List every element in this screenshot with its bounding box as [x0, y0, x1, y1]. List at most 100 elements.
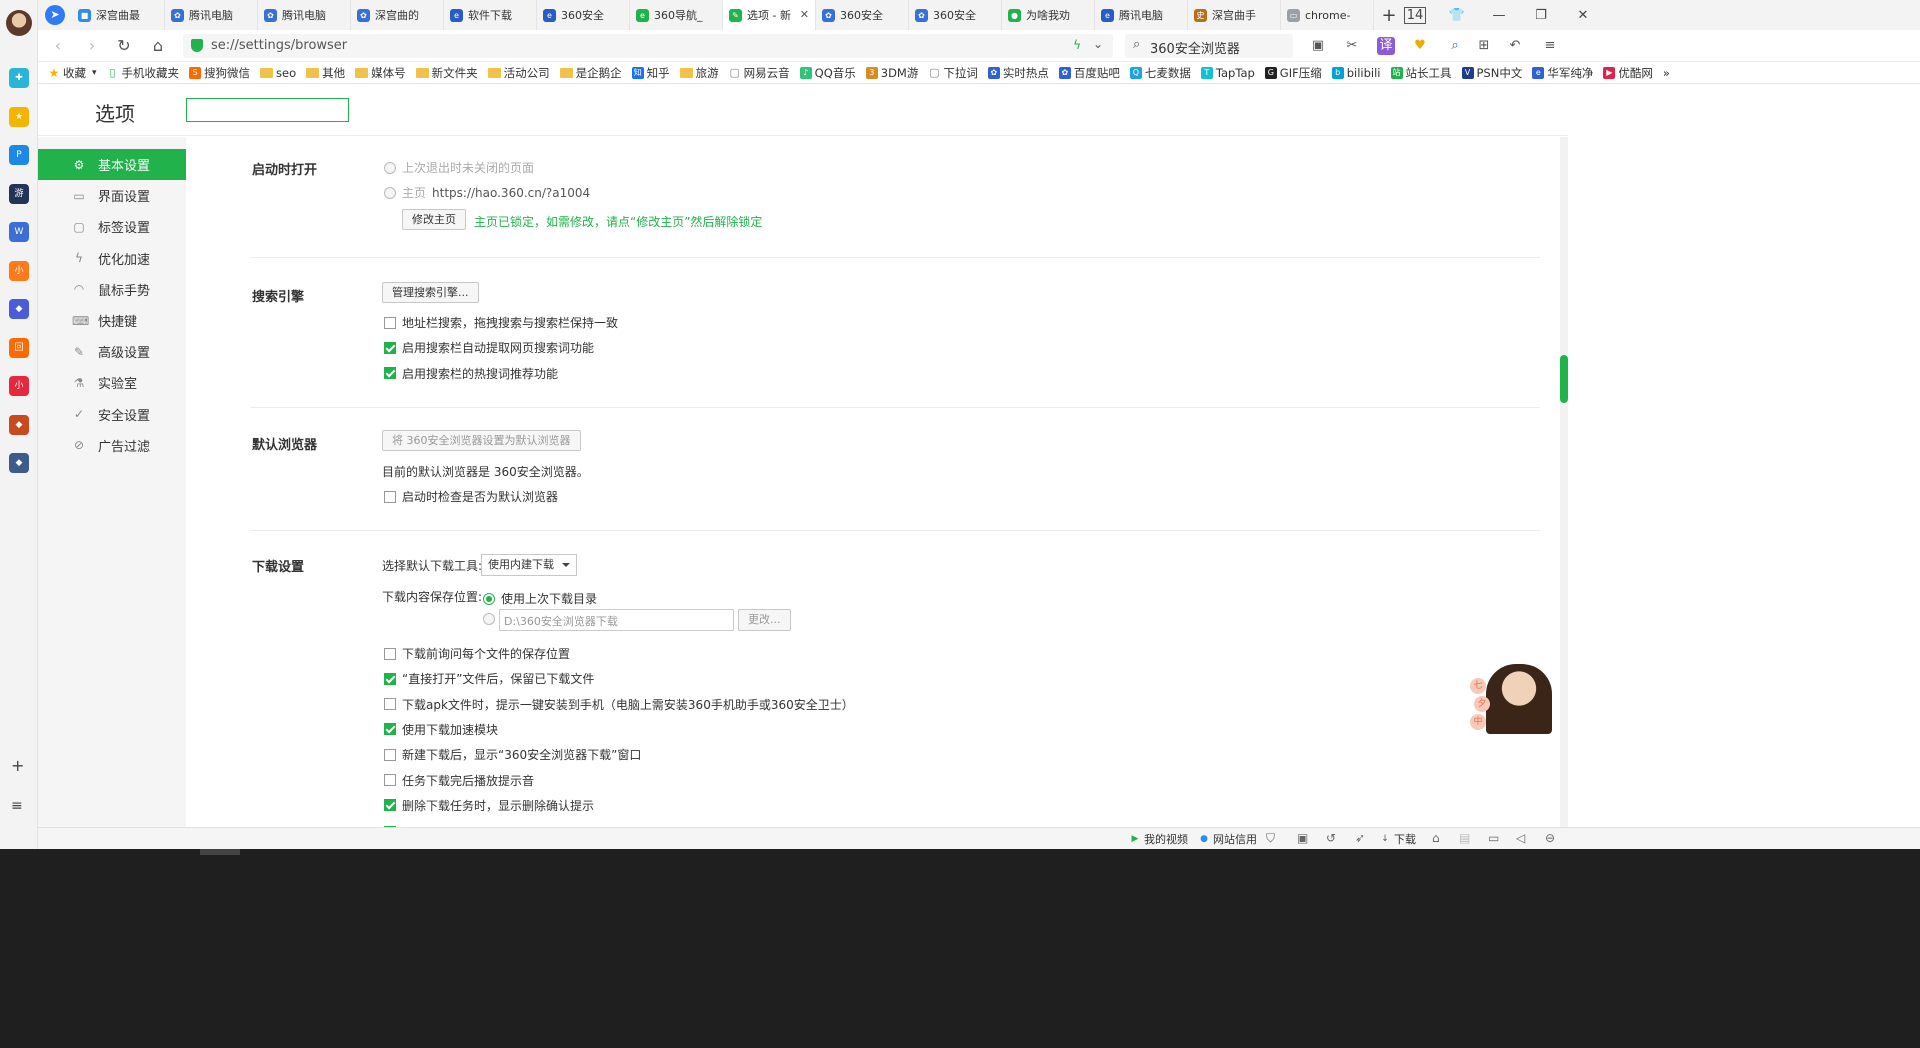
cleanup-icon[interactable]: ⌂ — [1432, 831, 1440, 845]
bookmark-item[interactable]: ▶ 优酷网 — [1603, 65, 1653, 81]
browser-tab[interactable]: ✿ 腾讯电脑 — [165, 0, 258, 30]
sidebar-item[interactable]: ⊘ 广告过滤 — [38, 430, 186, 461]
address-bar[interactable]: se://settings/browser ϟ ⌄ — [183, 34, 1113, 58]
bookmark-item[interactable]: ▢ 网易云音 — [729, 65, 789, 81]
option-row[interactable]: 删除下载任务时，显示删除确认提示 — [384, 797, 594, 814]
download-path-input[interactable]: D:\360安全浏览器下载 — [499, 609, 734, 631]
screenshot-image-icon[interactable]: ▣ — [1309, 37, 1327, 55]
chevron-down-icon[interactable]: ▾ — [92, 68, 97, 78]
checkbox[interactable] — [384, 748, 396, 761]
checkbox[interactable] — [384, 672, 396, 685]
checkbox[interactable] — [384, 367, 396, 380]
sidebar-item[interactable]: ⚙ 基本设置 — [38, 149, 186, 180]
scroll-thumb[interactable] — [1560, 355, 1568, 403]
url-text[interactable]: se://settings/browser — [211, 38, 347, 53]
option-row[interactable]: “直接打开”文件后，保留已下载文件 — [384, 670, 594, 687]
app-doc-icon[interactable]: W — [9, 222, 29, 242]
app-novel-icon[interactable]: 小 — [9, 260, 29, 281]
bookmark-item[interactable]: e 华军纯净 — [1532, 65, 1593, 81]
taskbar-item[interactable] — [200, 849, 240, 855]
bookmark-item[interactable]: b bilibili — [1331, 66, 1381, 80]
option-row[interactable]: 下载apk文件时，提示一键安装到手机（电脑上需安装360手机助手或360安全卫士… — [384, 696, 854, 713]
more-bookmarks-icon[interactable]: » — [1663, 66, 1670, 80]
bookmark-item[interactable]: 知知乎 — [631, 65, 670, 81]
app-game-icon[interactable]: 游 — [9, 183, 29, 204]
site-credit-link[interactable]: ● 网站信用 — [1198, 831, 1257, 847]
browser-tab[interactable]: e 360安全 — [537, 0, 630, 30]
navigation-icon[interactable]: ➤ — [38, 0, 72, 30]
my-video-link[interactable]: ▶ 我的视频 — [1129, 831, 1188, 847]
add-app-icon[interactable]: + — [11, 756, 24, 775]
search-tool-icon[interactable]: ⌕ — [1446, 37, 1464, 55]
undo-icon[interactable]: ↶ — [1506, 37, 1524, 55]
option-row[interactable]: 启用搜索栏自动提取网页搜索词功能 — [384, 339, 594, 356]
location-last-dir[interactable]: 使用上次下载目录 — [483, 590, 597, 607]
speed-mode-icon[interactable]: ϟ — [1073, 38, 1081, 52]
sidebar-item[interactable]: ⚗ 实验室 — [38, 367, 186, 398]
bookmark-item[interactable]: ♪ QQ音乐 — [799, 65, 856, 81]
browser-tab[interactable]: ■ 深宫曲最 — [72, 0, 165, 30]
download-status-link[interactable]: ↓ 下载 — [1379, 831, 1416, 847]
sidebar-item[interactable]: ◠ 鼠标手势 — [38, 274, 186, 305]
bookmark-item[interactable]: ▢ 下拉词 — [928, 65, 978, 81]
bookmark-item[interactable]: T TapTap — [1200, 66, 1255, 80]
checkbox[interactable] — [384, 774, 396, 786]
app-red-icon[interactable]: 小 — [9, 376, 29, 396]
forward-button[interactable]: › — [82, 36, 102, 56]
app-p-icon[interactable]: P — [9, 145, 29, 165]
bookmark-item[interactable]: 媒体号 — [355, 65, 406, 81]
reload-button[interactable]: ↻ — [114, 36, 134, 56]
browser-tab[interactable]: 史深宫曲手 — [1188, 0, 1281, 30]
bookmark-item[interactable]: 站站长工具 — [1390, 65, 1452, 81]
shield-status-icon[interactable]: ⛉ — [1266, 831, 1275, 846]
search-input[interactable]: 360安全浏览器 — [1150, 38, 1240, 57]
sidebar-item[interactable]: ▭ 界面设置 — [38, 180, 186, 211]
browser-tab[interactable]: ✿ 腾讯电脑 — [258, 0, 351, 30]
browser-tab[interactable]: ● 为啥我劝 — [1002, 0, 1095, 30]
radio-last-dir[interactable] — [483, 592, 495, 605]
image-icon[interactable]: ▣ — [1297, 831, 1308, 845]
bookmark-item[interactable]: 是企鹅企 — [559, 65, 622, 81]
skin-icon[interactable]: 👕 — [1436, 8, 1478, 23]
browser-tab[interactable]: ✿ 深宫曲的 — [351, 0, 444, 30]
minimize-button[interactable]: — — [1478, 8, 1520, 23]
change-home-button[interactable]: 修改主页 — [402, 209, 466, 230]
browser-tab[interactable]: ▭ chrome- — [1281, 0, 1374, 30]
zoom-icon[interactable]: ⊖ — [1545, 831, 1555, 845]
bookmark-item[interactable]: 旅游 — [679, 65, 719, 81]
option-row[interactable]: 新建下载后，显示“360安全浏览器下载”窗口 — [384, 746, 641, 763]
checkbox[interactable] — [384, 490, 396, 503]
app-orange-icon[interactable]: 回 — [9, 337, 29, 358]
bookmark-item[interactable]: ▯ 手机收藏夹 — [107, 65, 180, 81]
browser-tab[interactable]: e 360导航_ — [630, 0, 723, 30]
bookmark-item[interactable]: 活动公司 — [487, 65, 550, 81]
option-row[interactable]: 地址栏搜索，拖拽搜索与搜索栏保持一致 — [384, 314, 618, 331]
option-row[interactable]: 任务下载完后播放提示音 — [384, 772, 534, 789]
sidebar-item[interactable]: ✓ 安全设置 — [38, 399, 186, 430]
sidebar-item[interactable]: ϟ 优化加速 — [38, 243, 186, 274]
translate-icon[interactable]: 译 — [1377, 37, 1395, 55]
scissors-icon[interactable]: ✂ — [1343, 37, 1361, 55]
close-tab-icon[interactable]: ✕ — [800, 8, 809, 21]
bookmark-item[interactable]: 3 3DM游 — [865, 65, 918, 81]
main-menu-icon[interactable]: ≡ — [1541, 37, 1559, 55]
browser-tab[interactable]: ✿ 360安全 — [816, 0, 909, 30]
sidebar-item[interactable]: ✎ 高级设置 — [38, 336, 186, 367]
bookmark-item[interactable]: V PSN中文 — [1461, 65, 1522, 81]
app-game2-icon[interactable]: ◆ — [9, 299, 29, 319]
bookmark-item[interactable]: ★ 收藏 ▾ — [48, 65, 97, 81]
checkbox[interactable] — [384, 647, 396, 660]
app-favorites-icon[interactable]: ★ — [9, 106, 29, 127]
bookmark-item[interactable]: ✿ 百度贴吧 — [1058, 65, 1120, 81]
bookmark-item[interactable]: seo — [260, 66, 296, 80]
back-button[interactable]: ‹ — [48, 36, 68, 56]
rocket-icon[interactable]: ➶ — [1355, 831, 1365, 845]
tab-count-badge[interactable]: 14 — [1394, 6, 1436, 24]
print-icon[interactable]: ▤ — [1459, 831, 1470, 845]
volume-icon[interactable]: ◁ — [1516, 831, 1525, 845]
browser-tab[interactable]: ✎ 选项 - 新 ✕ — [723, 0, 816, 30]
browser-tab[interactable]: ✿ 360安全 — [909, 0, 1002, 30]
option-row[interactable]: 启用搜索栏的热搜词推荐功能 — [384, 365, 558, 382]
checkbox[interactable] — [384, 698, 396, 711]
checkbox[interactable] — [384, 723, 396, 736]
